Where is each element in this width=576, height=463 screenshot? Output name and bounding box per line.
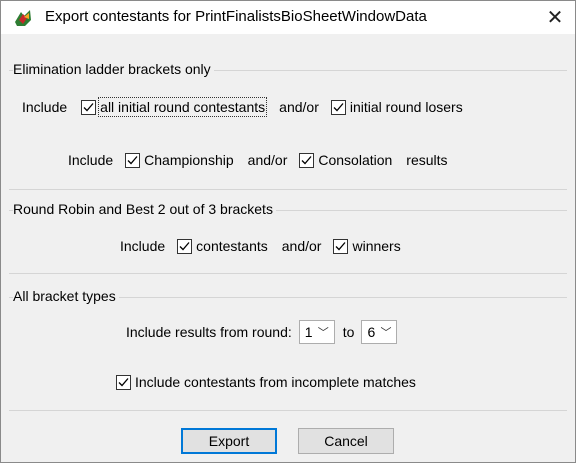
title-bar: Export contestants for PrintFinalistsBio… bbox=[1, 1, 575, 34]
consolation-label[interactable]: Consolation bbox=[318, 152, 392, 168]
consolation-checkbox[interactable]: Consolation bbox=[299, 152, 392, 168]
winners-label[interactable]: winners bbox=[352, 238, 400, 254]
chevron-down-icon: ﹀ bbox=[317, 327, 329, 339]
checkbox-box[interactable] bbox=[116, 374, 131, 390]
all-initial-checkbox[interactable]: all initial round contestants bbox=[81, 97, 268, 117]
incomplete-row: Include contestants from incomplete matc… bbox=[116, 370, 576, 394]
results-from-round-label: Include results from round: bbox=[126, 324, 292, 340]
app-icon bbox=[13, 8, 33, 28]
incomplete-matches-label[interactable]: Include contestants from incomplete matc… bbox=[135, 374, 416, 390]
to-round-value: 6 bbox=[367, 324, 376, 340]
round-robin-row: Include contestants and/or winners bbox=[120, 234, 576, 258]
elimination-row-2: Include Championship and/or Consolation … bbox=[68, 148, 576, 172]
group-elimination: Elimination ladder brackets only Include… bbox=[9, 61, 567, 190]
group-title-all-types: All bracket types bbox=[13, 288, 119, 304]
andor-label: and/or bbox=[247, 152, 288, 168]
export-button[interactable]: Export bbox=[181, 428, 277, 454]
checkbox-box[interactable] bbox=[333, 238, 349, 254]
andor-label: and/or bbox=[279, 99, 319, 115]
checkbox-box[interactable] bbox=[81, 99, 97, 115]
checkbox-box[interactable] bbox=[177, 238, 193, 254]
initial-losers-label[interactable]: initial round losers bbox=[350, 99, 463, 115]
initial-losers-checkbox[interactable]: initial round losers bbox=[330, 99, 463, 115]
elimination-row-1: Include all initial round contestants an… bbox=[22, 95, 576, 119]
contestants-checkbox[interactable]: contestants bbox=[177, 238, 268, 254]
results-label: results bbox=[406, 152, 448, 168]
from-round-value: 1 bbox=[304, 324, 313, 340]
chevron-down-icon: ﹀ bbox=[380, 327, 392, 339]
group-title-elimination: Elimination ladder brackets only bbox=[13, 61, 214, 77]
include-label: Include bbox=[120, 238, 166, 254]
contestants-label[interactable]: contestants bbox=[196, 238, 268, 254]
window-title: Export contestants for PrintFinalistsBio… bbox=[45, 8, 427, 25]
include-label: Include bbox=[68, 152, 114, 168]
close-button[interactable]: ✕ bbox=[535, 1, 575, 34]
winners-checkbox[interactable]: winners bbox=[333, 238, 401, 254]
to-round-select[interactable]: 6 ﹀ bbox=[361, 320, 398, 344]
incomplete-matches-checkbox[interactable]: Include contestants from incomplete matc… bbox=[116, 374, 416, 390]
from-round-select[interactable]: 1 ﹀ bbox=[298, 320, 335, 344]
championship-checkbox[interactable]: Championship bbox=[125, 152, 234, 168]
cancel-button[interactable]: Cancel bbox=[298, 428, 394, 454]
group-title-round-robin: Round Robin and Best 2 out of 3 brackets bbox=[13, 201, 276, 217]
checkbox-box[interactable] bbox=[330, 99, 346, 115]
all-initial-label[interactable]: all initial round contestants bbox=[98, 97, 268, 117]
group-round-robin: Round Robin and Best 2 out of 3 brackets… bbox=[9, 201, 567, 274]
championship-label[interactable]: Championship bbox=[144, 152, 234, 168]
round-range-row: Include results from round: 1 ﹀ to 6 ﹀ bbox=[126, 320, 576, 344]
export-dialog: Export contestants for PrintFinalistsBio… bbox=[0, 0, 576, 463]
group-all-bracket-types: All bracket types Include results from r… bbox=[9, 288, 567, 411]
include-label: Include bbox=[22, 99, 68, 115]
to-label: to bbox=[342, 324, 355, 340]
checkbox-box[interactable] bbox=[125, 152, 141, 168]
andor-label: and/or bbox=[281, 238, 322, 254]
checkbox-box[interactable] bbox=[299, 152, 315, 168]
